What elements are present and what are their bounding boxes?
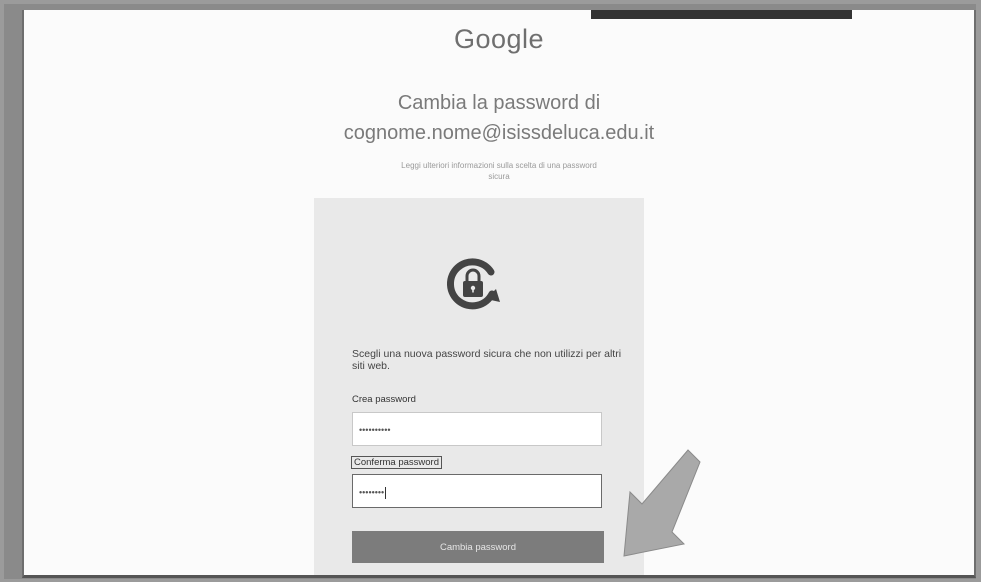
password-tips-line2: sicura xyxy=(488,172,510,181)
pointer-arrow-icon xyxy=(622,448,702,563)
confirm-password-label: Conferma password xyxy=(351,456,443,469)
new-password-value: •••••••••• xyxy=(359,425,391,435)
password-instructions: Scegli una nuova password sicura che non… xyxy=(352,348,622,372)
page: Google Cambia la password di cognome.nom… xyxy=(22,10,976,578)
top-strip xyxy=(591,10,852,19)
lock-refresh-icon xyxy=(440,250,506,316)
page-title: Cambia la password di cognome.nome@isiss… xyxy=(24,88,974,148)
change-password-card: Scegli una nuova password sicura che non… xyxy=(314,198,644,575)
password-tips-line1: Leggi ulteriori informazioni sulla scelt… xyxy=(401,161,597,170)
confirm-password-field[interactable]: •••••••• xyxy=(352,474,602,508)
page-title-line1: Cambia la password di xyxy=(397,92,601,114)
page-title-email: cognome.nome@isissdeluca.edu.it xyxy=(343,122,655,144)
password-tips-link[interactable]: Leggi ulteriori informazioni sulla scelt… xyxy=(24,160,974,182)
change-password-button[interactable]: Cambia password xyxy=(352,531,604,563)
new-password-field[interactable]: •••••••••• xyxy=(352,412,602,446)
new-password-label: Crea password xyxy=(352,394,416,405)
text-caret xyxy=(385,487,387,499)
confirm-password-value: •••••••• xyxy=(359,487,385,498)
google-logo: Google xyxy=(453,24,545,54)
